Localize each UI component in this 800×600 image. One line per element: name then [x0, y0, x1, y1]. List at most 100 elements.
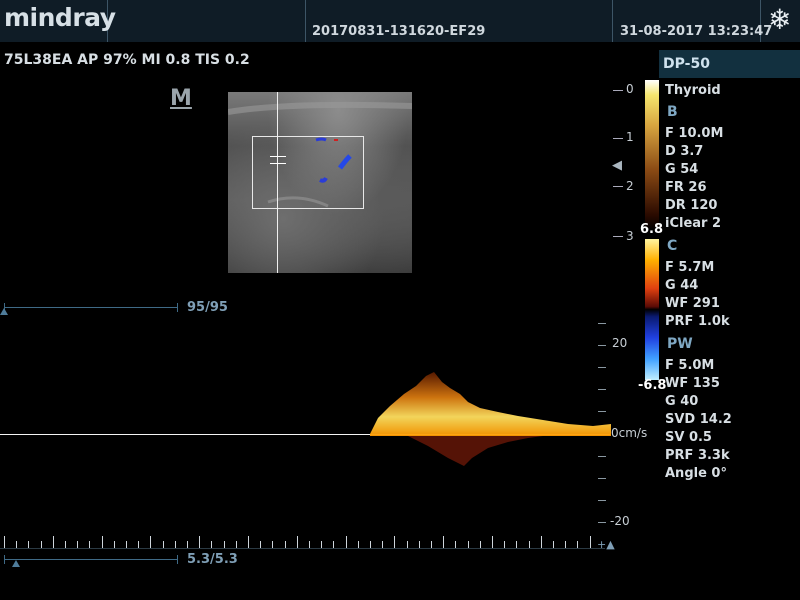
frame-slider-track[interactable]: [4, 307, 178, 308]
color-scale-top: 6.8: [640, 222, 664, 237]
sweep-slider-handle[interactable]: [12, 560, 20, 567]
frame-slider-handle[interactable]: [0, 308, 8, 315]
time-tick: [443, 536, 445, 548]
time-tick: [101, 536, 103, 548]
b-param: iClear 2: [665, 216, 722, 231]
velocity-tick: [598, 478, 606, 479]
time-tick: [565, 541, 567, 548]
depth-tick: [613, 236, 623, 237]
focus-marker-icon[interactable]: ◀: [612, 158, 622, 173]
b-param: F 10.0M: [665, 126, 724, 141]
time-tick: [4, 536, 5, 548]
time-tick: [28, 541, 30, 548]
time-tick: [260, 541, 262, 548]
pw-param: G 40: [665, 394, 699, 409]
time-tick: [528, 541, 530, 548]
color-roi-box[interactable]: [252, 136, 364, 209]
time-tick: [455, 541, 457, 548]
time-tick: [516, 541, 518, 548]
b-param: G 54: [665, 162, 699, 177]
depth-label: 1: [626, 130, 634, 144]
velocity-tick: [598, 323, 606, 324]
pw-param: SV 0.5: [665, 430, 712, 445]
depth-tick: [613, 186, 623, 187]
time-tick: [382, 541, 384, 548]
time-tick: [138, 541, 140, 548]
time-tick: [235, 541, 237, 548]
time-tick: [467, 541, 469, 548]
sweep-slider-end: [177, 555, 178, 564]
time-tick: [589, 536, 591, 548]
sweep-slider-track[interactable]: [4, 559, 178, 560]
datetime: 31-08-2017 13:23:47: [620, 24, 773, 39]
time-tick: [199, 536, 201, 548]
time-tick: [16, 541, 18, 548]
time-tick: [272, 541, 274, 548]
frame-slider-end: [177, 303, 178, 312]
preset-header[interactable]: DP-50: [659, 50, 800, 78]
time-tick: [248, 536, 249, 548]
velocity-zero-label: 0cm/s: [611, 426, 648, 440]
time-tick: [296, 536, 298, 548]
time-tick: [113, 541, 115, 548]
time-tick: [345, 536, 347, 548]
top-bar-divider: [612, 0, 613, 42]
time-tick: [223, 541, 225, 548]
time-tick: [77, 541, 79, 548]
study-id: 20170831-131620-EF29: [312, 24, 486, 39]
c-param: G 44: [665, 278, 699, 293]
depth-label: 3: [626, 229, 634, 243]
depth-tick: [613, 138, 623, 139]
time-tick: [211, 541, 213, 548]
time-tick: [333, 541, 335, 548]
velocity-tick: [598, 500, 606, 501]
c-param: PRF 1.0k: [665, 314, 730, 329]
pw-param: PRF 3.3k: [665, 448, 730, 463]
time-tick: [370, 541, 371, 548]
time-tick: [150, 536, 152, 548]
time-tick: [321, 541, 323, 548]
c-param: F 5.7M: [665, 260, 715, 275]
color-scale-bottom: -6.8: [638, 378, 667, 393]
time-tick: [504, 541, 506, 548]
sweep-slider-start: [4, 555, 5, 564]
time-tick: [126, 541, 127, 548]
velocity-bottom-label: -20: [610, 514, 630, 528]
doppler-cursor-line[interactable]: [277, 92, 278, 273]
b-section-title: B: [667, 104, 678, 120]
time-tick: [394, 536, 396, 548]
velocity-tick: [598, 522, 606, 523]
velocity-tick: [598, 367, 606, 368]
time-tick: [553, 541, 554, 548]
velocity-top-label: 20: [612, 336, 628, 350]
c-param: WF 291: [665, 296, 720, 311]
b-mode-gray-map: [645, 80, 659, 230]
velocity-tick: [598, 389, 606, 390]
time-tick: [284, 541, 286, 548]
b-param: DR 120: [665, 198, 718, 213]
time-tick: [40, 541, 42, 548]
b-param: FR 26: [665, 180, 707, 195]
pw-param: F 5.0M: [665, 358, 715, 373]
time-tick: [309, 541, 310, 548]
m-marker-icon: M: [170, 86, 192, 111]
time-tick: [65, 541, 66, 548]
top-bar-divider: [305, 0, 306, 42]
time-tick: [479, 541, 481, 548]
sweep-slider-value: 5.3/5.3: [187, 552, 238, 567]
time-axis-end-marker: +▲: [597, 538, 615, 551]
exam-type: Thyroid: [665, 83, 721, 98]
time-tick: [540, 536, 542, 548]
time-tick: [418, 541, 420, 548]
sample-volume-gate[interactable]: [270, 156, 286, 164]
frame-slider-value: 95/95: [187, 300, 228, 315]
pw-param: WF 135: [665, 376, 720, 391]
probe-info: 75L38EA AP 97% MI 0.8 TIS 0.2: [4, 52, 250, 68]
time-tick: [52, 536, 54, 548]
velocity-tick: [598, 456, 606, 457]
time-tick: [577, 541, 579, 548]
pw-param: Angle 0°: [665, 466, 727, 481]
time-tick: [492, 536, 493, 548]
snowflake-icon[interactable]: ❄: [768, 4, 791, 36]
depth-tick: [613, 90, 623, 91]
